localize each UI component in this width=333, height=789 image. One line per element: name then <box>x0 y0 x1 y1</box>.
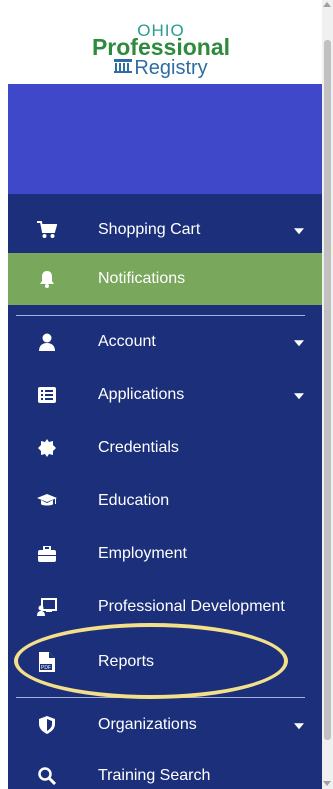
sidebar-item-organizations[interactable]: Organizations <box>8 699 322 751</box>
divider <box>16 697 305 698</box>
sidebar-item-credentials[interactable]: Credentials <box>8 422 322 474</box>
cart-icon <box>37 220 57 240</box>
sidebar-item-label: Employment <box>98 545 187 562</box>
sidebar-item-label: Training Search <box>98 767 211 784</box>
sidebar-item-label: Account <box>98 333 156 350</box>
sidebar-item-label: Applications <box>98 386 185 403</box>
svg-text:PDF: PDF <box>41 665 51 671</box>
presentation-icon <box>37 597 57 617</box>
sidebar-item-applications[interactable]: Applications <box>8 369 322 421</box>
sidebar-item-label: Shopping Cart <box>98 221 201 238</box>
sidebar-item-account[interactable]: Account <box>8 316 322 368</box>
list-icon <box>37 385 57 405</box>
sidebar-item-education[interactable]: Education <box>8 475 322 527</box>
briefcase-icon <box>37 544 57 564</box>
shield-icon <box>37 715 57 735</box>
logo-registry-text: Registry <box>134 57 208 79</box>
chevron-down-icon[interactable] <box>294 228 304 235</box>
sidebar-banner <box>8 84 322 194</box>
chevron-down-icon[interactable] <box>294 723 304 730</box>
scroll-up-arrow-icon[interactable] <box>323 2 331 7</box>
logo-registry-line: Registry <box>0 58 322 78</box>
sidebar: Shopping Cart Notifications Account Appl… <box>8 84 322 789</box>
logo-professional-text: Professional <box>91 34 231 60</box>
chevron-down-icon[interactable] <box>294 393 304 400</box>
scrollbar[interactable] <box>322 0 333 789</box>
sidebar-item-notifications[interactable]: Notifications <box>8 253 322 305</box>
scroll-thumb[interactable] <box>324 40 331 740</box>
chevron-down-icon[interactable] <box>294 340 304 347</box>
bell-icon <box>37 269 57 289</box>
badge-icon <box>37 438 57 458</box>
sidebar-item-label: Notifications <box>98 270 186 287</box>
sidebar-item-label: Organizations <box>98 716 197 733</box>
scroll-down-arrow-icon[interactable] <box>323 781 331 786</box>
sidebar-item-reports[interactable]: PDF Reports <box>8 636 322 688</box>
sidebar-item-professional-development[interactable]: Professional Development <box>8 581 322 633</box>
graduation-cap-icon <box>37 491 57 511</box>
sidebar-item-training-search[interactable]: Training Search <box>8 750 322 789</box>
sidebar-item-shopping-cart[interactable]: Shopping Cart <box>8 204 322 256</box>
logo[interactable]: OHIO Professional Registry <box>0 0 322 84</box>
building-icon <box>114 59 133 77</box>
sidebar-item-label: Reports <box>98 653 155 670</box>
sidebar-item-label: Credentials <box>98 439 179 456</box>
user-icon <box>37 332 57 352</box>
search-icon <box>37 766 57 786</box>
pdf-file-icon: PDF <box>37 652 57 672</box>
sidebar-item-label: Professional Development <box>98 598 285 615</box>
sidebar-item-label: Education <box>98 492 170 509</box>
sidebar-item-employment[interactable]: Employment <box>8 528 322 580</box>
